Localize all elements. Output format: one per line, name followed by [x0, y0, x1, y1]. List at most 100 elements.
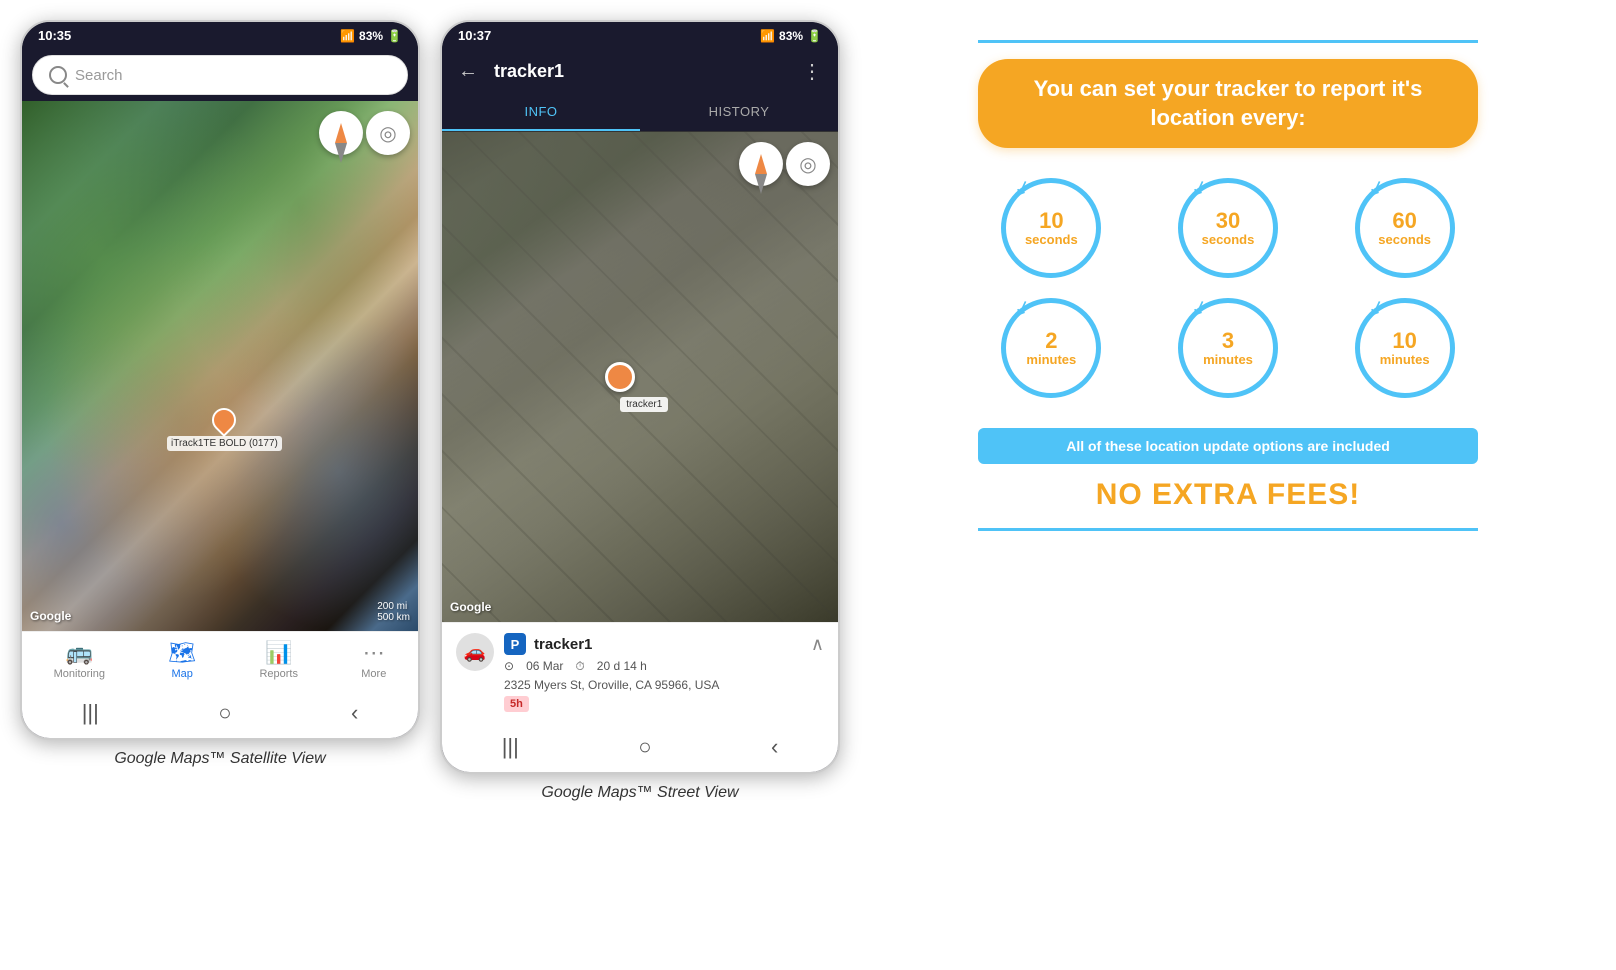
more-options-icon[interactable]: ⋮ [802, 59, 822, 84]
street-marker [605, 362, 635, 392]
interval-number-2m: 2 [1045, 329, 1057, 353]
phone2-header: ← tracker1 ⋮ [442, 49, 838, 94]
interval-circle-3m: 3 minutes [1178, 298, 1278, 398]
back-button-2[interactable]: ‹ [751, 730, 798, 764]
teal-line-bottom [978, 528, 1478, 531]
interval-circle-10s: 10 seconds [1001, 178, 1101, 278]
no-fee-banner: All of these location update options are… [978, 428, 1478, 464]
monitoring-icon: 🚌 [66, 640, 93, 666]
google-logo-satellite: Google [30, 609, 71, 623]
phone2-battery-text: 83% [779, 29, 803, 43]
nav-map[interactable]: 🗺 Map [168, 640, 196, 680]
interval-unit-60s: seconds [1378, 233, 1431, 247]
map-scale: 200 mi500 km [377, 601, 410, 623]
interval-2m: 2 minutes [978, 298, 1125, 398]
satellite-map[interactable]: ◎ iTrack1TE BOLD (0177) Google 200 mi500… [22, 101, 418, 631]
tracker-info: P tracker1 ∧ ⊙ 06 Mar ⏱ 20 d 14 h 2325 M… [504, 633, 824, 712]
nav-monitoring[interactable]: 🚌 Monitoring [54, 640, 105, 680]
location-button[interactable]: ◎ [366, 111, 410, 155]
car-marker-icon [605, 362, 635, 392]
interval-text-2m: 2 minutes [1026, 329, 1076, 367]
tracker-meta: ⊙ 06 Mar ⏱ 20 d 14 h [504, 659, 824, 674]
tracker-date: 06 Mar [526, 659, 563, 674]
interval-number-10m: 10 [1392, 329, 1416, 353]
phone2-caption: Google Maps™ Street View [541, 784, 738, 802]
nav-monitoring-label: Monitoring [54, 668, 105, 680]
map-icon: 🗺 [168, 640, 196, 666]
phone1-caption: Google Maps™ Satellite View [114, 750, 325, 768]
teal-line-top [978, 40, 1478, 43]
interval-text-10m: 10 minutes [1380, 329, 1430, 367]
phone1-battery-text: 83% [359, 29, 383, 43]
recents-button-2[interactable]: ||| [482, 730, 539, 764]
home-button[interactable]: ○ [198, 696, 251, 730]
interval-number-30s: 30 [1216, 209, 1240, 233]
info-header: You can set your tracker to report it's … [978, 59, 1478, 148]
phone2-battery-icon: 🔋 [807, 29, 822, 43]
interval-circle-2m: 2 minutes [1001, 298, 1101, 398]
tracker-map-label: tracker1 [620, 397, 668, 412]
tracker-name: tracker1 [534, 636, 592, 653]
marker-label: iTrack1TE BOLD (0177) [167, 436, 282, 451]
phone1-signal: 📶 [340, 29, 355, 43]
tab-info-label: INFO [524, 104, 557, 119]
phone1-search-bar[interactable]: Search [32, 55, 408, 95]
interval-number-60s: 60 [1392, 209, 1416, 233]
interval-text-10s: 10 seconds [1025, 209, 1078, 247]
tracker-address: 2325 Myers St, Oroville, CA 95966, USA [504, 678, 824, 692]
phone2-signal: 📶 [760, 29, 775, 43]
parking-label: P [511, 637, 520, 652]
phone2-info-panel: 🚗 P tracker1 ∧ ⊙ 06 Mar ⏱ 20 d 14 h 2325… [442, 622, 838, 722]
compass-button[interactable] [319, 111, 363, 155]
interval-unit-30s: seconds [1202, 233, 1255, 247]
interval-60s: 60 seconds [1331, 178, 1478, 278]
reports-icon: 📊 [265, 640, 292, 666]
phone1-bottom-bar: ||| ○ ‹ [22, 688, 418, 738]
compass-needle-2-icon [755, 154, 767, 174]
recents-button[interactable]: ||| [62, 696, 119, 730]
interval-10m: 10 minutes [1331, 298, 1478, 398]
back-arrow-icon[interactable]: ← [458, 60, 478, 83]
location-2-icon: ◎ [799, 152, 816, 177]
marker-icon [207, 403, 241, 437]
interval-unit-2m: minutes [1026, 353, 1076, 367]
interval-unit-3m: minutes [1203, 353, 1253, 367]
compass-button-2[interactable] [739, 142, 783, 186]
tracker-avatar: 🚗 [456, 633, 494, 671]
nav-more-label: More [361, 668, 386, 680]
search-icon [49, 66, 67, 84]
location-button-2[interactable]: ◎ [786, 142, 830, 186]
interval-text-30s: 30 seconds [1202, 209, 1255, 247]
nav-more[interactable]: ⋯ More [361, 640, 386, 680]
compass-needle-icon [335, 123, 347, 143]
info-header-text: You can set your tracker to report it's … [1034, 76, 1423, 130]
map-marker: iTrack1TE BOLD (0177) [167, 408, 282, 451]
phone2-status-bar: 10:37 📶 83% 🔋 [442, 22, 838, 49]
interval-text-60s: 60 seconds [1378, 209, 1431, 247]
street-map[interactable]: ◎ tracker1 Google [442, 132, 838, 622]
phone2-bottom-bar: ||| ○ ‹ [442, 722, 838, 772]
no-extra-fees: NO EXTRA FEES! [1096, 478, 1361, 512]
info-panel: You can set your tracker to report it's … [860, 20, 1596, 551]
phone1-nav-bar: 🚌 Monitoring 🗺 Map 📊 Reports ⋯ More [22, 631, 418, 688]
tab-history-label: HISTORY [709, 104, 770, 119]
expand-icon[interactable]: ∧ [811, 634, 824, 655]
interval-circle-10m: 10 minutes [1355, 298, 1455, 398]
tab-history[interactable]: HISTORY [640, 94, 838, 131]
phone2-wrapper: 10:37 📶 83% 🔋 ← tracker1 ⋮ INFO HISTORY [440, 20, 840, 802]
nav-reports[interactable]: 📊 Reports [259, 640, 298, 680]
phone1-status-bar: 10:35 📶 83% 🔋 [22, 22, 418, 49]
time-badge: 5h [504, 696, 529, 712]
timer-icon: ⏱ [575, 659, 584, 674]
phone1: 10:35 📶 83% 🔋 Search ◎ iTrack1TE BOLD (0… [20, 20, 420, 740]
nav-reports-label: Reports [259, 668, 298, 680]
tracker-duration: 20 d 14 h [597, 659, 647, 674]
scale-label: 200 mi500 km [377, 601, 410, 623]
tab-info[interactable]: INFO [442, 94, 640, 131]
interval-text-3m: 3 minutes [1203, 329, 1253, 367]
phone2-status-icons: 📶 83% 🔋 [760, 29, 822, 43]
more-icon: ⋯ [363, 640, 385, 666]
phone1-status-icons: 📶 83% 🔋 [340, 29, 402, 43]
home-button-2[interactable]: ○ [618, 730, 671, 764]
back-button[interactable]: ‹ [331, 696, 378, 730]
